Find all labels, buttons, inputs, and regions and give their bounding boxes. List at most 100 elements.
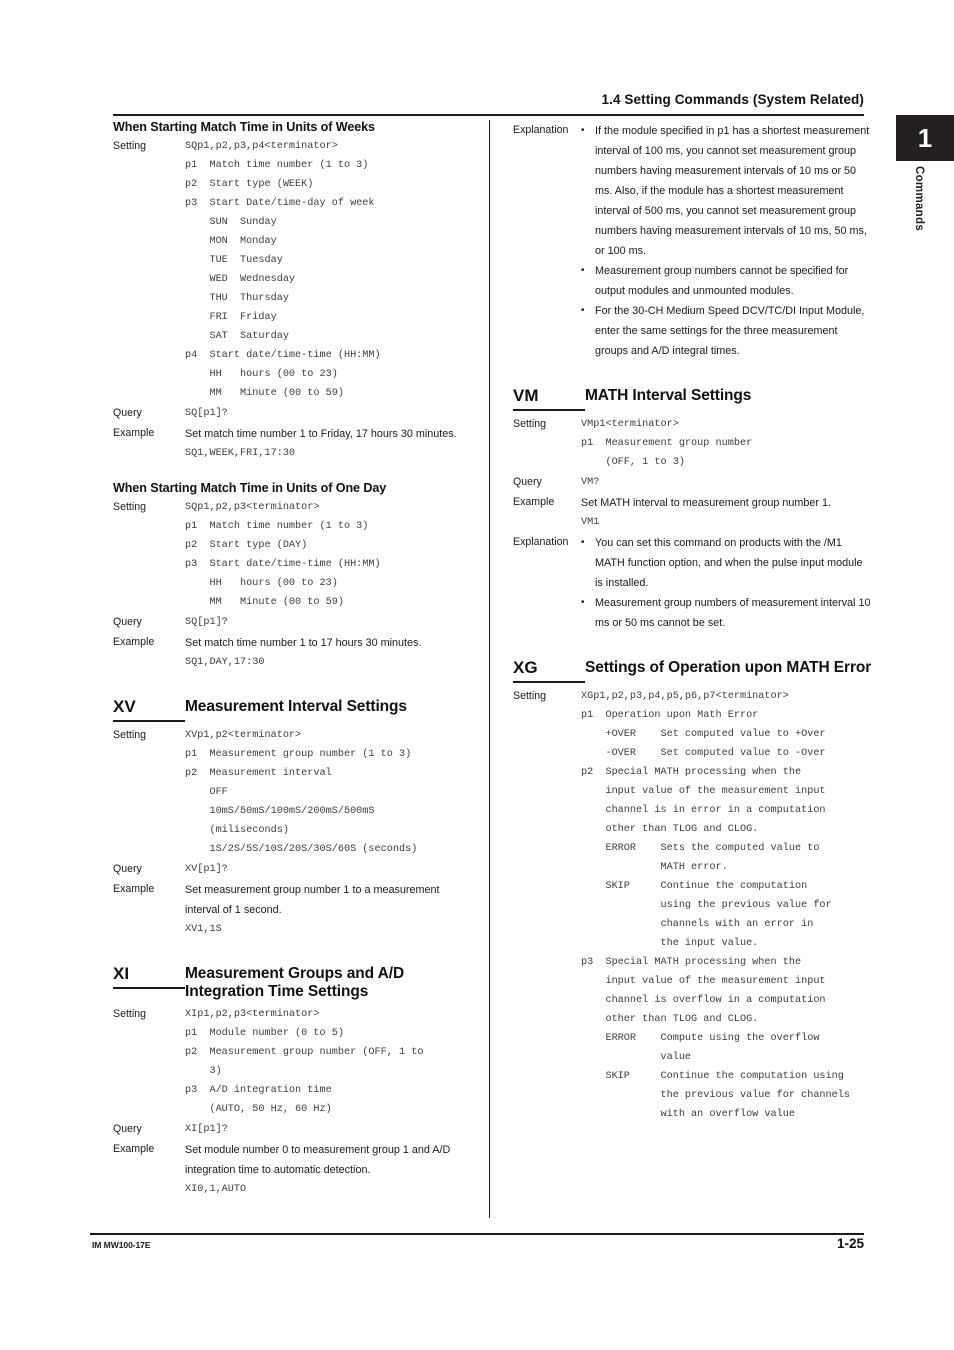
bullet-text: Measurement group numbers of measurement… bbox=[595, 596, 871, 629]
setting-label: Setting bbox=[113, 1008, 146, 1021]
command-block-vm: VM MATH Interval Settings Setting VMp1<t… bbox=[513, 387, 873, 633]
bullet-text: For the 30-CH Medium Speed DCV/TC/DI Inp… bbox=[595, 305, 865, 357]
query-label: Query bbox=[113, 1123, 142, 1136]
explanation-bullet-item: • If the module specified in p1 has a sho… bbox=[581, 121, 873, 261]
setting-row: Setting XVp1,p2<terminator> p1 Measureme… bbox=[113, 726, 465, 859]
command-heading: XG Settings of Operation upon MATH Error bbox=[513, 658, 873, 683]
command-title: Measurement Interval Settings bbox=[185, 698, 407, 715]
example-description: Set measurement group number 1 to a meas… bbox=[185, 883, 440, 916]
explanation-bullet-list: • You can set this command on products wi… bbox=[581, 533, 873, 633]
example-code: XV1,1S bbox=[185, 923, 222, 935]
column-divider-rule bbox=[489, 120, 491, 1218]
command-letter: XV bbox=[113, 698, 185, 722]
section-heading: When Starting Match Time in Units of One… bbox=[113, 481, 387, 495]
query-label: Query bbox=[113, 862, 142, 875]
query-code: SQ[p1]? bbox=[185, 408, 228, 419]
command-block-xi: XI Measurement Groups and A/D Integratio… bbox=[113, 964, 465, 1200]
setting-row: Setting XGp1,p2,p3,p4,p5,p6,p7<terminato… bbox=[513, 687, 873, 1124]
bullet-text: Measurement group numbers cannot be spec… bbox=[595, 265, 849, 297]
query-row: Query SQ[p1]? bbox=[113, 613, 465, 632]
example-code: XI0,1,AUTO bbox=[185, 1184, 247, 1196]
explanation-bullet-list: • If the module specified in p1 has a sho… bbox=[581, 121, 873, 361]
query-code: XI[p1]? bbox=[185, 1124, 228, 1136]
setting-label: Setting bbox=[513, 689, 546, 702]
query-code: XV[p1]? bbox=[185, 863, 228, 875]
example-description: Set MATH interval to measurement group n… bbox=[581, 496, 832, 509]
explanation-row: Explanation • You can set this command on… bbox=[513, 533, 873, 633]
page-header-title: 1.4 Setting Commands (System Related) bbox=[601, 92, 864, 107]
setting-row: Setting SQp1,p2,p3<terminator> p1 Match … bbox=[113, 498, 465, 612]
example-description: Set module number 0 to measurement group… bbox=[185, 1144, 451, 1177]
example-code: SQ1,DAY,17:30 bbox=[185, 657, 265, 668]
bullet-text: You can set this command on products wit… bbox=[595, 536, 863, 589]
setting-row: Setting XIp1,p2,p3<terminator> p1 Module… bbox=[113, 1005, 465, 1119]
setting-code-block: XGp1,p2,p3,p4,p5,p6,p7<terminator> p1 Op… bbox=[581, 690, 850, 1120]
example-label: Example bbox=[513, 495, 555, 508]
bullet-dot-icon: • bbox=[581, 125, 585, 136]
section-heading: When Starting Match Time in Units of Wee… bbox=[113, 120, 375, 134]
example-label: Example bbox=[113, 1143, 155, 1156]
explanation-label: Explanation bbox=[513, 535, 569, 548]
query-label: Query bbox=[113, 407, 142, 419]
query-row: Query VM? bbox=[513, 473, 873, 492]
setting-code-block: SQp1,p2,p3,p4<terminator> p1 Match time … bbox=[185, 141, 381, 399]
command-title: Settings of Operation upon MATH Error bbox=[585, 658, 872, 676]
example-row: Example Set module number 0 to measureme… bbox=[113, 1140, 465, 1199]
command-heading: VM MATH Interval Settings bbox=[513, 387, 873, 411]
command-title: MATH Interval Settings bbox=[585, 387, 752, 404]
section-units-of-one-day: When Starting Match Time in Units of One… bbox=[113, 481, 465, 672]
section-units-of-weeks: When Starting Match Time in Units of Wee… bbox=[113, 120, 465, 463]
setting-code-block: SQp1,p2,p3<terminator> p1 Match time num… bbox=[185, 502, 381, 608]
query-code: VM? bbox=[581, 476, 600, 488]
setting-label: Setting bbox=[513, 417, 546, 430]
left-column: When Starting Match Time in Units of Wee… bbox=[113, 120, 465, 1199]
footer-divider-rule bbox=[90, 1233, 864, 1235]
example-description: Set match time number 1 to Friday, 17 ho… bbox=[185, 428, 457, 440]
example-row: Example Set match time number 1 to Frida… bbox=[113, 424, 465, 463]
query-row: Query XV[p1]? bbox=[113, 860, 465, 879]
example-description: Set match time number 1 to 17 hours 30 m… bbox=[185, 637, 422, 649]
command-title: Measurement Groups and A/D Integration T… bbox=[185, 964, 405, 1001]
setting-row: Setting SQp1,p2,p3,p4<terminator> p1 Mat… bbox=[113, 137, 465, 403]
chapter-tab-label-text: Commands bbox=[913, 166, 925, 232]
setting-code-block: XVp1,p2<terminator> p1 Measurement group… bbox=[185, 729, 418, 855]
explanation-bullet-item: • Measurement group numbers cannot be spe… bbox=[581, 261, 873, 301]
query-label: Query bbox=[513, 475, 542, 488]
query-row: Query SQ[p1]? bbox=[113, 404, 465, 423]
bullet-dot-icon: • bbox=[581, 536, 585, 548]
footer-page-number: 1-25 bbox=[836, 1236, 864, 1251]
command-block-xg: XG Settings of Operation upon MATH Error… bbox=[513, 658, 873, 1124]
command-block-xv: XV Measurement Interval Settings Setting… bbox=[113, 698, 465, 939]
setting-label: Setting bbox=[113, 728, 146, 741]
command-heading: XV Measurement Interval Settings bbox=[113, 698, 465, 722]
setting-row: Setting VMp1<terminator> p1 Measurement … bbox=[513, 415, 873, 472]
explanation-bullet-item: • You can set this command on products wi… bbox=[581, 533, 873, 593]
bullet-text: If the module specified in p1 has a shor… bbox=[595, 125, 870, 257]
query-code: SQ[p1]? bbox=[185, 617, 228, 628]
setting-label: Setting bbox=[113, 501, 146, 513]
example-row: Example Set MATH interval to measurement… bbox=[513, 493, 873, 532]
right-column: Explanation • If the module specified in … bbox=[513, 120, 873, 1124]
bullet-dot-icon: • bbox=[581, 265, 585, 276]
setting-code-block: VMp1<terminator> p1 Measurement group nu… bbox=[581, 418, 753, 468]
command-letter: XI bbox=[113, 964, 185, 989]
chapter-tab-number: 1 bbox=[917, 123, 933, 153]
example-code: SQ1,WEEK,FRI,17:30 bbox=[185, 448, 296, 459]
bullet-dot-icon: • bbox=[581, 596, 585, 608]
command-letter: XG bbox=[513, 658, 585, 683]
setting-code-block: XIp1,p2,p3<terminator> p1 Module number … bbox=[185, 1009, 424, 1116]
example-label: Example bbox=[113, 427, 155, 439]
query-label: Query bbox=[113, 616, 142, 628]
command-letter: VM bbox=[513, 387, 585, 411]
explanation-bullet-item: • Measurement group numbers of measuremen… bbox=[581, 593, 873, 633]
example-label: Example bbox=[113, 636, 155, 648]
footer-manual-code: IM MW100-17E bbox=[92, 1240, 151, 1250]
command-heading: XI Measurement Groups and A/D Integratio… bbox=[113, 964, 465, 1002]
example-row: Example Set match time number 1 to 17 ho… bbox=[113, 633, 465, 672]
query-row: Query XI[p1]? bbox=[113, 1120, 465, 1139]
explanation-label: Explanation bbox=[513, 124, 569, 136]
explanation-bullet-item: • For the 30-CH Medium Speed DCV/TC/DI In… bbox=[581, 301, 873, 361]
bullet-dot-icon: • bbox=[581, 305, 585, 316]
example-row: Example Set measurement group number 1 t… bbox=[113, 880, 465, 939]
setting-label: Setting bbox=[113, 140, 146, 152]
